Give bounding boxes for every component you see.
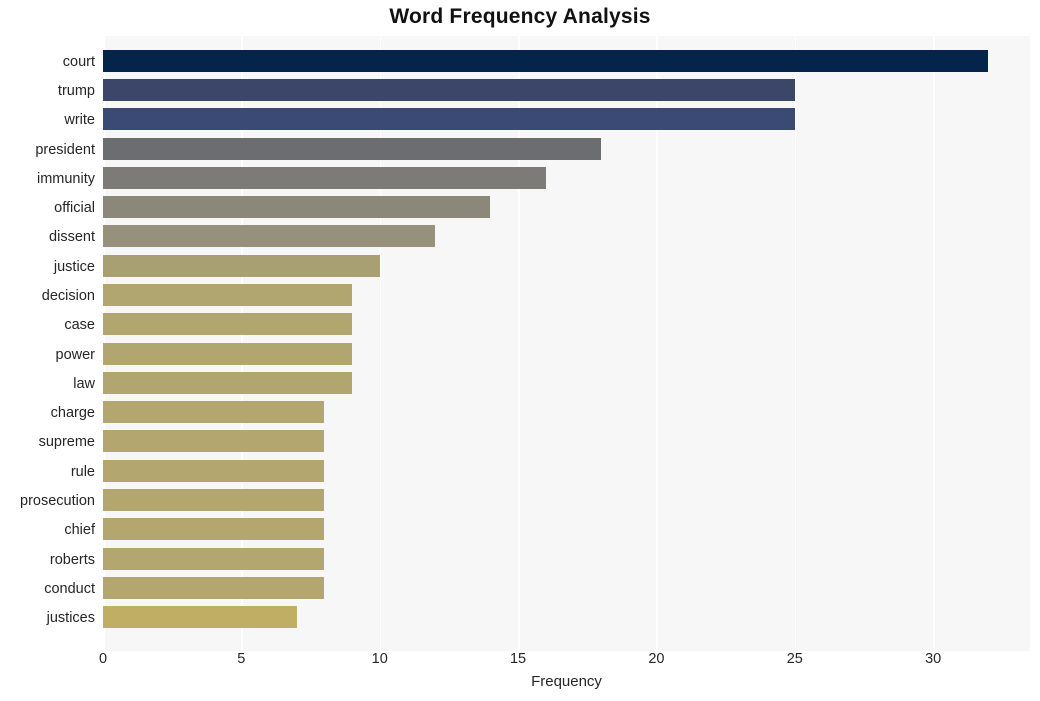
x-tick-label-0: 0 — [98, 651, 108, 667]
chart-figure: Word Frequency Analysis court trump write p… — [0, 0, 1040, 701]
x-tick-label-10: 10 — [371, 651, 388, 667]
y-tick-label-power: power — [55, 346, 96, 363]
y-tick-label-dissent: dissent — [49, 229, 95, 246]
bar-court[interactable] — [103, 49, 989, 72]
y-tick-label-case: case — [64, 317, 95, 334]
bar-law[interactable] — [103, 371, 353, 394]
bar-president[interactable] — [103, 137, 602, 160]
x-tick-label-25: 25 — [786, 651, 803, 667]
y-tick-label-prosecution: prosecution — [20, 492, 95, 509]
y-tick-label-charge: charge — [50, 405, 95, 422]
y-tick-label-roberts: roberts — [49, 551, 95, 568]
x-axis-tick-labels: 0 5 10 15 20 25 30 — [99, 651, 1030, 673]
bar-justices[interactable] — [103, 606, 297, 629]
y-tick-label-justice: justice — [53, 258, 95, 275]
y-tick-label-supreme: supreme — [38, 434, 95, 451]
bar-trump[interactable] — [103, 78, 795, 101]
y-tick-label-decision: decision — [41, 287, 95, 304]
y-tick-label-law: law — [73, 375, 95, 392]
y-tick-label-chief: chief — [64, 522, 95, 539]
bar-case[interactable] — [103, 313, 353, 336]
bar-official[interactable] — [103, 196, 491, 219]
bar-supreme[interactable] — [103, 430, 325, 453]
bar-dissent[interactable] — [103, 225, 436, 248]
y-tick-label-trump: trump — [57, 82, 95, 99]
y-tick-label-write: write — [64, 112, 95, 129]
x-tick-label-20: 20 — [648, 651, 665, 667]
x-axis-title: Frequency — [531, 673, 602, 690]
bar-charge[interactable] — [103, 401, 325, 424]
y-tick-label-official: official — [54, 200, 95, 217]
x-tick-label-15: 15 — [509, 651, 527, 667]
x-tick-label-30: 30 — [925, 651, 942, 667]
bar-write[interactable] — [103, 108, 795, 131]
bar-chief[interactable] — [103, 518, 325, 541]
bar-justice[interactable] — [103, 254, 380, 277]
plot-area — [103, 36, 1030, 651]
y-tick-label-president: president — [35, 141, 95, 158]
bar-roberts[interactable] — [103, 547, 325, 570]
bar-rule[interactable] — [103, 459, 325, 482]
y-tick-label-immunity: immunity — [36, 170, 95, 187]
bar-immunity[interactable] — [103, 166, 546, 189]
bar-prosecution[interactable] — [103, 488, 325, 511]
y-axis-tick-labels: court trump write president immunity official… — [0, 36, 95, 651]
y-tick-label-rule: rule — [70, 463, 95, 480]
bar-decision[interactable] — [103, 283, 353, 306]
x-tick-label-5: 5 — [237, 651, 246, 667]
bar-conduct[interactable] — [103, 576, 325, 599]
chart-title: Word Frequency Analysis — [389, 5, 651, 28]
y-tick-label-court: court — [62, 53, 95, 70]
bar-power[interactable] — [103, 342, 353, 365]
bars-layer — [103, 36, 1030, 651]
y-tick-label-conduct: conduct — [44, 580, 95, 597]
y-tick-label-justices: justices — [46, 610, 95, 627]
